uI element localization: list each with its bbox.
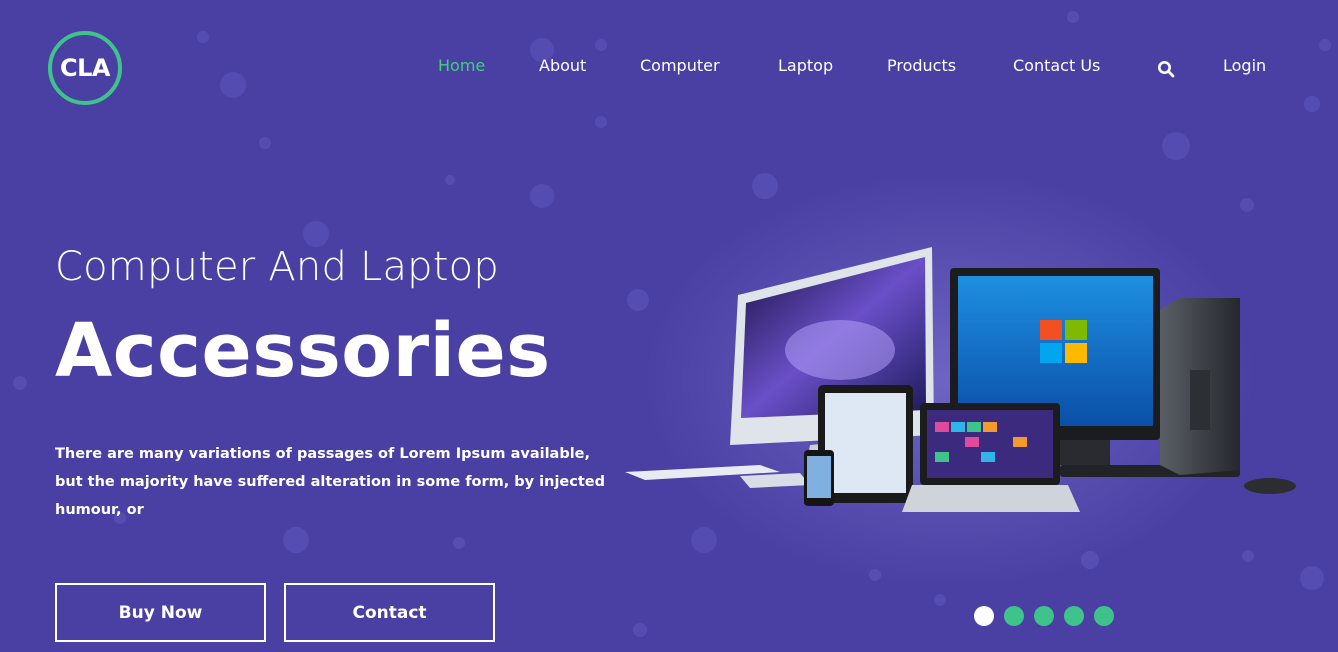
nav-link-home[interactable]: Home — [438, 56, 485, 75]
nav-link-products[interactable]: Products — [887, 56, 956, 75]
nav-link-computer[interactable]: Computer — [640, 56, 720, 75]
nav-link-contact-us[interactable]: Contact Us — [1013, 56, 1100, 75]
laptop — [902, 403, 1080, 512]
keyboard — [625, 465, 810, 488]
main-nav: Home About Computer Laptop Products Cont… — [0, 56, 1338, 80]
devices-image — [625, 247, 1296, 512]
iphone — [804, 450, 834, 506]
desktop-tower — [1160, 298, 1240, 475]
buy-now-button[interactable]: Buy Now — [55, 583, 266, 642]
hero-subtitle: Computer And Laptop — [55, 244, 499, 290]
carousel-dot-4[interactable] — [1064, 606, 1084, 626]
hero-description: There are many variations of passages of… — [55, 446, 606, 518]
nav-link-laptop[interactable]: Laptop — [778, 56, 833, 75]
carousel-dot-5[interactable] — [1094, 606, 1114, 626]
login-link[interactable]: Login — [1223, 56, 1266, 75]
carousel-dot-1[interactable] — [974, 606, 994, 626]
contact-button[interactable]: Contact — [284, 583, 495, 642]
carousel-dot-3[interactable] — [1034, 606, 1054, 626]
mouse — [1244, 478, 1296, 494]
nav-link-about[interactable]: About — [539, 56, 586, 75]
carousel-dot-2[interactable] — [1004, 606, 1024, 626]
search-icon[interactable] — [1157, 60, 1175, 78]
hero-title: Accessories — [55, 308, 551, 394]
